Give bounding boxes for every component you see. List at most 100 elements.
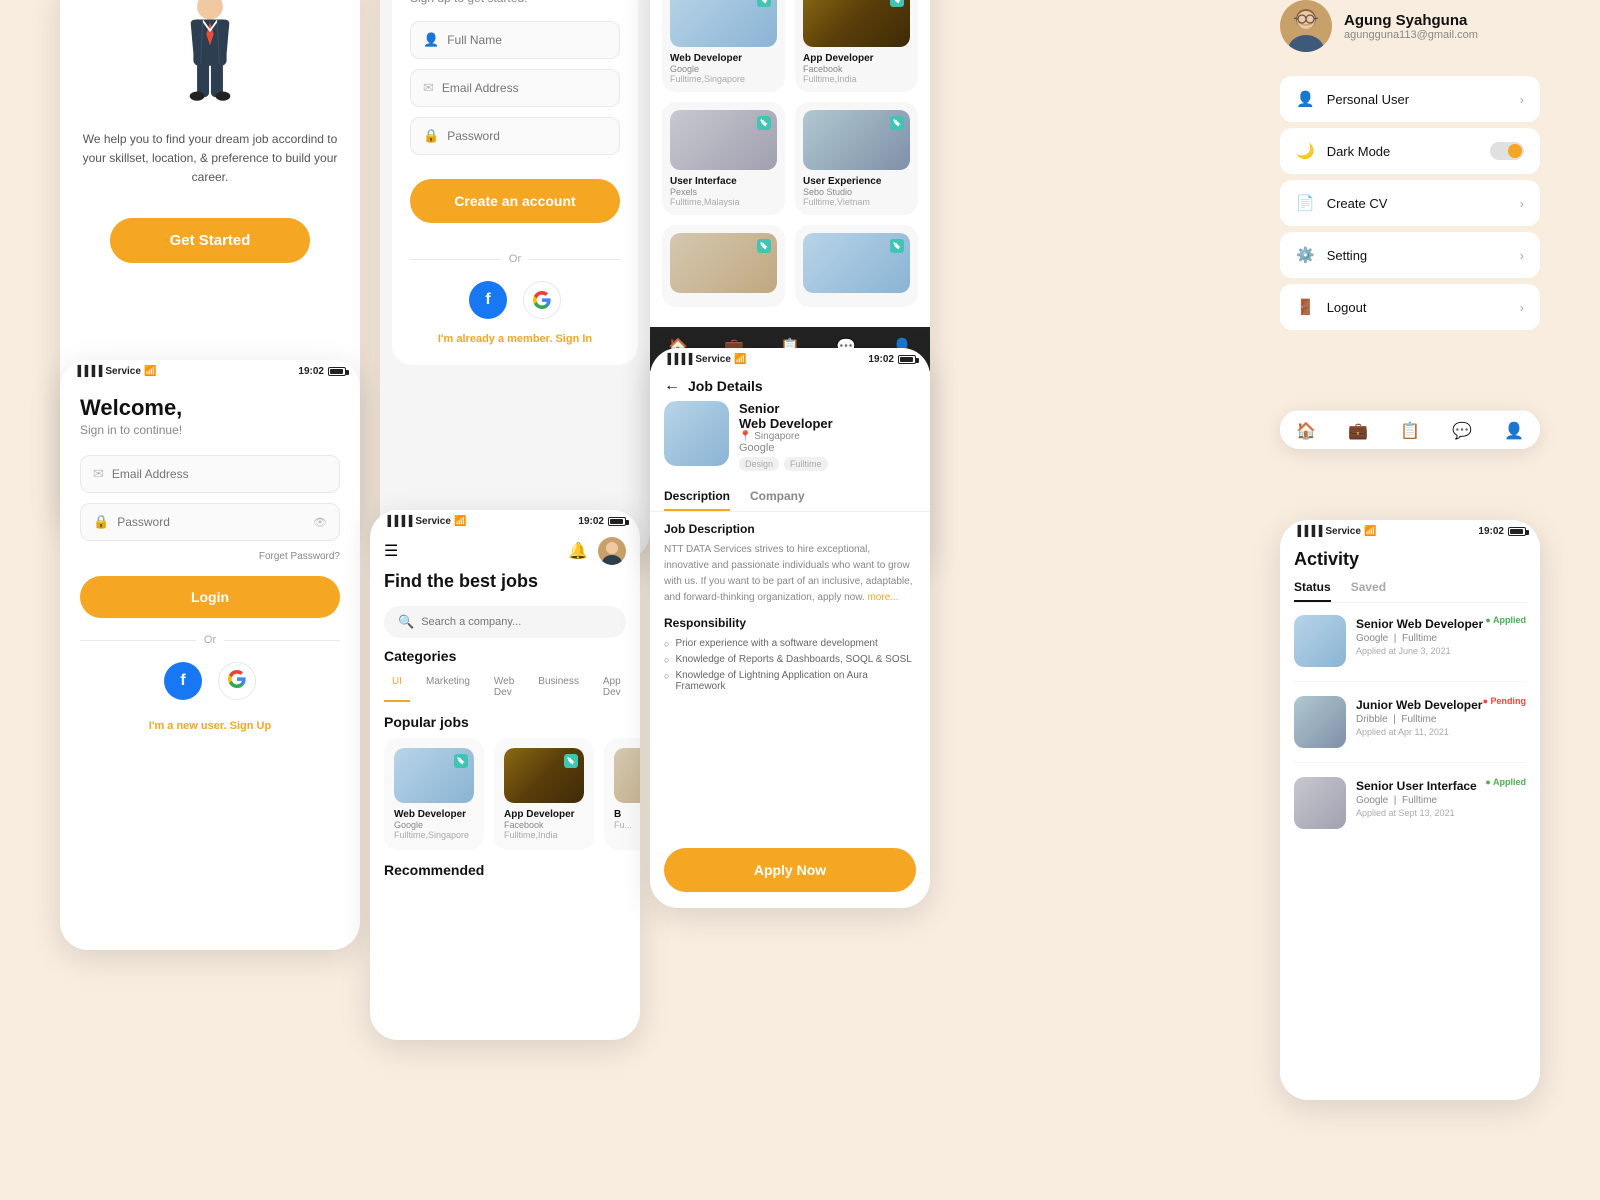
job-company-ui-b: Pexels: [670, 187, 777, 197]
menu-personal-user[interactable]: 👤 Personal User ›: [1280, 76, 1540, 122]
activity-item-1[interactable]: Senior Web Developer ● Applied Google | …: [1294, 615, 1526, 682]
bookmark-ui-b: [757, 116, 771, 130]
activity-item-2[interactable]: Junior Web Developer ● Pending Dribble |…: [1294, 696, 1526, 763]
lock-icon-r: 🔒: [423, 128, 439, 144]
tab-company[interactable]: Company: [750, 489, 805, 511]
job-card-ux-b[interactable]: User Experience Sebo Studio Fulltime,Vie…: [795, 102, 918, 215]
login-sub: Sign in to continue!: [80, 423, 340, 437]
job-card-ui-b[interactable]: User Interface Pexels Fulltime,Malaysia: [662, 102, 785, 215]
activity-date-3: Applied at Sept 13, 2021: [1356, 808, 1526, 818]
cat-tab-marketing[interactable]: Marketing: [418, 672, 478, 702]
facebook-login-button[interactable]: f: [164, 662, 202, 700]
login-button[interactable]: Login: [80, 576, 340, 618]
service-label-d: Service: [695, 354, 731, 365]
menu-logout-label: Logout: [1327, 300, 1367, 315]
menu-dark-mode[interactable]: 🌙 Dark Mode: [1280, 128, 1540, 174]
detail-header: ← Job Details: [650, 367, 930, 401]
bookmark-r3b: [890, 239, 904, 253]
user-avatar-small[interactable]: [598, 537, 626, 565]
google-login-button[interactable]: [218, 662, 256, 700]
moon-icon: 🌙: [1296, 142, 1315, 160]
cat-tab-ui[interactable]: UI: [384, 672, 410, 702]
forget-password-link[interactable]: Forget Password?: [80, 551, 340, 562]
email-field[interactable]: ✉: [80, 455, 340, 493]
email-input[interactable]: [112, 467, 327, 481]
job-card-r3a[interactable]: [662, 225, 785, 307]
activity-info-3: Senior User Interface ● Applied Google |…: [1356, 777, 1526, 818]
bell-icon[interactable]: 🔔: [568, 541, 588, 561]
menu-create-cv[interactable]: 📄 Create CV ›: [1280, 180, 1540, 226]
pnav-user[interactable]: 👤: [1504, 421, 1524, 441]
job-card-r3b[interactable]: [795, 225, 918, 307]
detail-title: Job Details: [688, 378, 763, 394]
sign-in-link[interactable]: Sign In: [555, 333, 592, 345]
password-field[interactable]: 🔒 👁: [80, 503, 340, 541]
job-card-webdev-b[interactable]: Web Developer Google Fulltime,Singapore: [662, 0, 785, 92]
fullname-input[interactable]: [447, 33, 607, 47]
status-bar-find: ▐▐▐▐ Service 📶 19:02: [370, 510, 640, 529]
dark-mode-toggle[interactable]: [1490, 142, 1524, 160]
job-cards-row: Web Developer Google Fulltime,Singapore …: [370, 738, 640, 850]
tab-saved[interactable]: Saved: [1351, 580, 1386, 602]
cat-tab-webdev[interactable]: Web Dev: [486, 672, 522, 702]
job-img-ui-b: [670, 110, 777, 170]
tab-status[interactable]: Status: [1294, 580, 1331, 602]
sign-up-link[interactable]: Sign Up: [230, 720, 272, 732]
search-input[interactable]: [421, 616, 612, 628]
member-text: I'm already a member. Sign In: [410, 333, 620, 345]
find-title-wrap: Find the best jobs: [370, 571, 640, 600]
profile-email: agungguna113@gmail.com: [1344, 29, 1478, 41]
pnav-briefcase[interactable]: 💼: [1348, 421, 1368, 441]
menu-logout[interactable]: 🚪 Logout ›: [1280, 284, 1540, 330]
reg-pw-field[interactable]: 🔒: [410, 117, 620, 155]
divider-or: Or: [80, 634, 340, 646]
activity-item-3[interactable]: Senior User Interface ● Applied Google |…: [1294, 777, 1526, 843]
signal-icon-a: ▐▐▐▐: [1294, 526, 1322, 537]
fb-register-button[interactable]: f: [469, 281, 507, 319]
back-arrow[interactable]: ←: [664, 377, 680, 395]
job-card-appdev[interactable]: App Developer Facebook Fulltime,India: [494, 738, 594, 850]
pnav-chat[interactable]: 💬: [1452, 421, 1472, 441]
job-card-img-webdev: [394, 748, 474, 803]
apply-now-button[interactable]: Apply Now: [664, 848, 916, 892]
battery-icon: [328, 367, 346, 376]
job-card-appdev-b[interactable]: App Developer Facebook Fulltime,India: [795, 0, 918, 92]
login-title: Welcome,: [80, 395, 340, 421]
search-bar[interactable]: 🔍: [384, 606, 626, 638]
job-card-extra[interactable]: B Fu...: [604, 738, 640, 850]
battery-icon-f: [608, 517, 626, 526]
create-account-button[interactable]: Create an account: [410, 179, 620, 223]
menu-setting[interactable]: ⚙️ Setting ›: [1280, 232, 1540, 278]
time-label: 19:02: [298, 366, 324, 377]
desc-title: Job Description: [664, 522, 916, 536]
new-user-text: I'm a new user. Sign Up: [80, 720, 340, 732]
password-input[interactable]: [117, 515, 305, 529]
job-meta-ui-b: Fulltime,Malaysia: [670, 197, 777, 207]
cat-tab-se[interactable]: Se: [637, 672, 640, 702]
battery-icon-a: [1508, 527, 1526, 536]
google-register-button[interactable]: [523, 281, 561, 319]
tab-description[interactable]: Description: [664, 489, 730, 511]
job-row-3: [662, 225, 918, 307]
pnav-clipboard[interactable]: 📋: [1400, 421, 1420, 441]
job-company-webdev: Google: [394, 820, 474, 830]
reg-email-input[interactable]: [442, 81, 607, 95]
menu-cv-label: Create CV: [1327, 196, 1388, 211]
job-card-webdev[interactable]: Web Developer Google Fulltime,Singapore: [384, 738, 484, 850]
more-link[interactable]: more...: [867, 592, 898, 603]
job-company-appdev: Facebook: [504, 820, 584, 830]
divider-or-r: Or: [410, 253, 620, 265]
reg-pw-input[interactable]: [447, 129, 607, 143]
cat-tab-business[interactable]: Business: [530, 672, 587, 702]
status-bar-login: ▐▐▐▐ Service 📶 19:02: [60, 360, 360, 379]
pnav-home[interactable]: 🏠: [1296, 421, 1316, 441]
profile-menu: 👤 Personal User › 🌙 Dark Mode 📄 Create C…: [1280, 76, 1540, 336]
job-img-r3b: [803, 233, 910, 293]
get-started-button[interactable]: Get Started: [110, 218, 310, 263]
cat-tab-appdev[interactable]: App Dev: [595, 672, 629, 702]
fullname-field[interactable]: 👤: [410, 21, 620, 59]
hamburger-icon[interactable]: ☰: [384, 541, 398, 561]
eye-icon[interactable]: 👁: [313, 516, 327, 529]
lock-icon: 🔒: [93, 514, 109, 530]
reg-email-field[interactable]: ✉: [410, 69, 620, 107]
